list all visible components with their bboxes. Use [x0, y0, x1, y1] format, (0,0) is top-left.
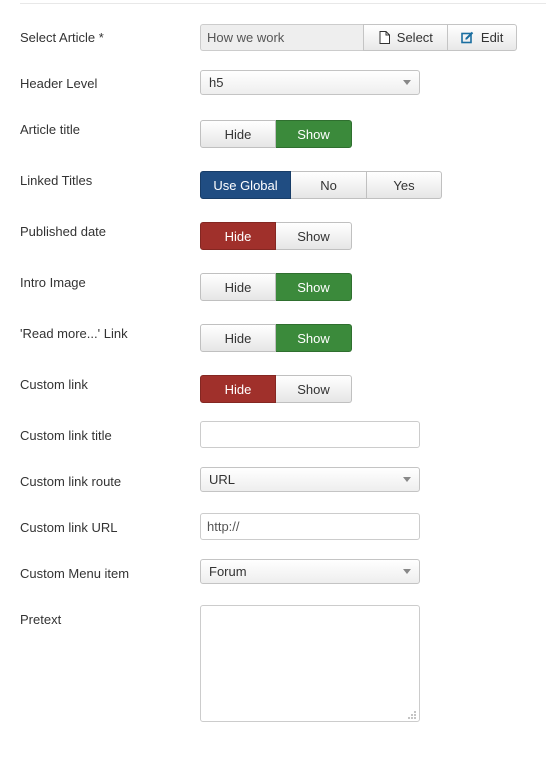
custom-menu-item-value: Forum — [209, 564, 247, 579]
chevron-down-icon — [403, 569, 411, 574]
read-more-link-toggle: Hide Show — [200, 324, 352, 352]
file-icon — [379, 31, 390, 44]
read-more-hide-button[interactable]: Hide — [200, 324, 276, 352]
resize-grip-icon[interactable] — [406, 709, 417, 720]
linked-titles-yes-button[interactable]: Yes — [367, 171, 442, 199]
pretext-label: Pretext — [20, 612, 62, 627]
published-date-hide-button[interactable]: Hide — [200, 222, 276, 250]
select-button-label: Select — [396, 30, 433, 45]
linked-titles-no-button[interactable]: No — [291, 171, 367, 199]
select-article-button[interactable]: Select — [363, 24, 448, 51]
linked-titles-label: Linked Titles — [20, 173, 93, 188]
chevron-down-icon — [403, 477, 411, 482]
published-date-toggle: Hide Show — [200, 222, 352, 250]
custom-menu-item-label: Custom Menu item — [20, 566, 130, 581]
custom-link-route-value: URL — [209, 472, 236, 487]
chevron-down-icon — [403, 80, 411, 85]
custom-link-label: Custom link — [20, 377, 88, 392]
edit-button-label: Edit — [480, 30, 504, 45]
linked-titles-use-global-button[interactable]: Use Global — [200, 171, 291, 199]
custom-menu-item-select[interactable]: Forum — [200, 559, 420, 584]
custom-link-route-select[interactable]: URL — [200, 467, 420, 492]
header-level-label: Header Level — [20, 76, 98, 91]
custom-link-title-label: Custom link title — [20, 428, 112, 443]
intro-image-show-button[interactable]: Show — [276, 273, 352, 301]
custom-link-url-label: Custom link URL — [20, 520, 118, 535]
custom-link-show-button[interactable]: Show — [276, 375, 352, 403]
published-date-show-button[interactable]: Show — [276, 222, 352, 250]
edit-icon — [461, 31, 474, 44]
read-more-link-label: 'Read more...' Link — [20, 326, 128, 341]
select-article-label: Select Article * — [20, 30, 104, 45]
read-more-show-button[interactable]: Show — [276, 324, 352, 352]
header-level-select[interactable]: h5 — [200, 70, 420, 95]
selected-article-field[interactable]: How we work — [200, 24, 364, 51]
intro-image-label: Intro Image — [20, 275, 86, 290]
top-divider — [20, 3, 546, 4]
linked-titles-toggle: Use Global No Yes — [200, 171, 442, 199]
article-title-show-button[interactable]: Show — [276, 120, 352, 148]
article-title-hide-button[interactable]: Hide — [200, 120, 276, 148]
custom-link-hide-button[interactable]: Hide — [200, 375, 276, 403]
custom-link-url-input[interactable] — [200, 513, 420, 540]
intro-image-toggle: Hide Show — [200, 273, 352, 301]
header-level-value: h5 — [209, 75, 224, 90]
custom-link-route-label: Custom link route — [20, 474, 122, 489]
pretext-textarea[interactable] — [200, 605, 420, 722]
article-picker: How we work Select Edit — [200, 24, 517, 51]
edit-article-button[interactable]: Edit — [447, 24, 517, 51]
article-title-toggle: Hide Show — [200, 120, 352, 148]
intro-image-hide-button[interactable]: Hide — [200, 273, 276, 301]
custom-link-title-input[interactable] — [200, 421, 420, 448]
published-date-label: Published date — [20, 224, 107, 239]
article-title-label: Article title — [20, 122, 80, 137]
custom-link-toggle: Hide Show — [200, 375, 352, 403]
